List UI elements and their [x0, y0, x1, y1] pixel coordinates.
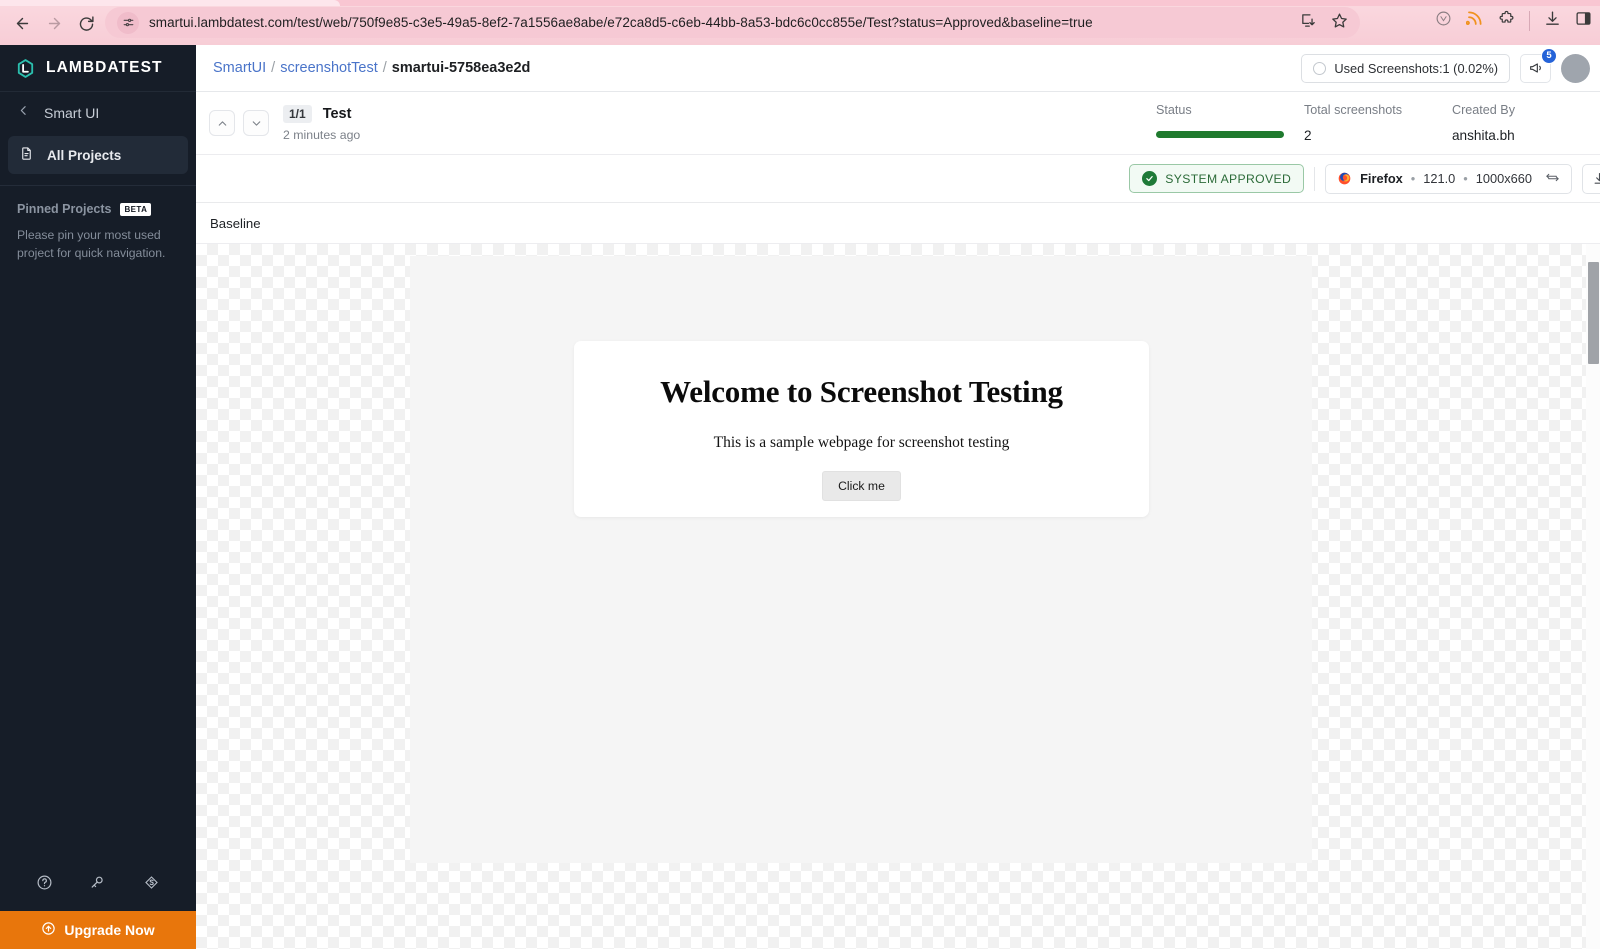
main-content: SmartUI / screenshotTest / smartui-5758e…: [196, 45, 1600, 949]
test-summary: 1/1 Test 2 minutes ago: [283, 104, 361, 142]
stat-value: 2: [1304, 128, 1312, 143]
sidebar-item-label: All Projects: [47, 147, 122, 163]
browser-version: 121.0: [1423, 171, 1456, 186]
document-icon: [19, 146, 34, 164]
topbar-actions: Used Screenshots:1 (0.02%) 5: [1301, 47, 1600, 83]
screenshot-paragraph: This is a sample webpage for screenshot …: [713, 434, 1010, 451]
rss-feed-icon[interactable]: [1465, 9, 1484, 32]
browser-dot-sep: •: [1463, 171, 1468, 186]
browser-resolution: 1000x660: [1475, 171, 1532, 186]
swap-horizontal-icon[interactable]: [1545, 170, 1560, 188]
stat-total-screenshots: Total screenshots 2: [1304, 103, 1452, 143]
announcements-button[interactable]: 5: [1520, 47, 1557, 83]
stat-label: Total screenshots: [1304, 103, 1403, 117]
pinned-projects-header: Pinned Projects BETA: [0, 186, 196, 216]
next-test-button[interactable]: [243, 110, 269, 136]
extensions-puzzle-icon[interactable]: [1498, 10, 1515, 32]
beta-badge: BETA: [120, 202, 152, 216]
scrollbar-track[interactable]: [1586, 244, 1600, 949]
stat-status: Status: [1156, 103, 1304, 138]
stat-label: Created By: [1452, 103, 1515, 117]
omnibox-actions: [1300, 12, 1348, 34]
address-bar[interactable]: smartui.lambdatest.com/test/web/750f9e85…: [105, 7, 1360, 38]
url-text: smartui.lambdatest.com/test/web/750f9e85…: [149, 15, 1093, 30]
scrollbar-thumb[interactable]: [1588, 262, 1599, 364]
arrow-up-circle-icon: [41, 921, 56, 939]
browser-tabstrip[interactable]: [0, 0, 1600, 6]
screenshot-click-me-button[interactable]: Click me: [822, 471, 901, 501]
breadcrumb: SmartUI / screenshotTest / smartui-5758e…: [213, 60, 530, 76]
sidebar-footer-icons: [0, 859, 196, 911]
brand-logo[interactable]: LAMBDATEST: [0, 45, 196, 92]
stat-label: Status: [1156, 103, 1192, 117]
announcements-badge: 5: [1541, 47, 1557, 64]
browser-dot-sep: •: [1410, 171, 1416, 186]
sidebar-back-smartui[interactable]: Smart UI: [0, 92, 196, 134]
screenshot-card: Welcome to Screenshot Testing This is a …: [574, 341, 1149, 517]
previous-test-button[interactable]: [209, 110, 235, 136]
browser-name: Firefox: [1360, 171, 1403, 186]
upgrade-now-button[interactable]: Upgrade Now: [0, 911, 196, 949]
test-stats: Status Total screenshots 2 Created By an…: [1156, 103, 1600, 143]
system-approved-status: SYSTEM APPROVED: [1129, 164, 1305, 193]
back-arrow-icon[interactable]: [8, 10, 36, 36]
used-screenshots-label: Used Screenshots:1 (0.02%): [1334, 60, 1498, 76]
pinned-projects-title: Pinned Projects: [17, 202, 112, 216]
chrome-toolbar-actions: [1435, 9, 1592, 32]
system-approved-label: SYSTEM APPROVED: [1165, 171, 1292, 186]
used-screenshots-pill[interactable]: Used Screenshots:1 (0.02%): [1301, 53, 1510, 83]
brand-name: LAMBDATEST: [46, 59, 163, 76]
baseline-label: Baseline: [210, 215, 261, 231]
chevron-left-icon: [17, 104, 30, 122]
forward-arrow-icon[interactable]: [40, 10, 68, 36]
check-circle-icon: [1142, 171, 1158, 186]
browser-nav-buttons: [8, 10, 100, 36]
breadcrumb-item-project[interactable]: screenshotTest: [280, 60, 378, 76]
firefox-icon: [1337, 171, 1352, 186]
side-panel-icon[interactable]: [1575, 10, 1592, 32]
key-icon[interactable]: [89, 874, 106, 896]
page-topbar: SmartUI / screenshotTest / smartui-5758e…: [196, 45, 1600, 92]
test-timestamp: 2 minutes ago: [283, 127, 361, 142]
dollar-icon[interactable]: [143, 874, 160, 896]
pinned-projects-note: Please pin your most used project for qu…: [17, 228, 166, 260]
breadcrumb-item-current: smartui-5758ea3e2d: [391, 60, 531, 76]
breadcrumb-separator: /: [382, 60, 387, 76]
reload-icon[interactable]: [72, 10, 100, 36]
stat-value: anshita.bh: [1452, 128, 1515, 143]
browser-selector[interactable]: Firefox • 121.0 • 1000x660: [1325, 163, 1572, 194]
stat-created-by: Created By anshita.bh: [1452, 103, 1600, 143]
usage-ring-icon: [1313, 61, 1327, 75]
site-settings-icon[interactable]: [117, 11, 139, 34]
approval-bar: SYSTEM APPROVED Firefox • 121.0 • 1000x6…: [196, 155, 1600, 203]
status-progress-bar: [1156, 131, 1284, 138]
lambdatest-logo-icon: [14, 57, 37, 80]
screenshot-image[interactable]: Welcome to Screenshot Testing This is a …: [410, 256, 1312, 863]
baseline-header: Baseline: [196, 203, 1600, 244]
extension-icon[interactable]: [1435, 10, 1452, 32]
toolbar-divider: [1529, 10, 1530, 31]
upgrade-now-label: Upgrade Now: [64, 922, 155, 938]
bookmark-star-icon[interactable]: [1331, 12, 1348, 34]
test-info-bar: 1/1 Test 2 minutes ago Status Total scre…: [196, 92, 1600, 155]
sidebar-item-all-projects[interactable]: All Projects: [8, 136, 188, 174]
screenshot-canvas[interactable]: Welcome to Screenshot Testing This is a …: [196, 244, 1600, 949]
browser-chrome: smartui.lambdatest.com/test/web/750f9e85…: [0, 0, 1600, 45]
breadcrumb-separator: /: [271, 60, 276, 76]
breadcrumb-item-smartui[interactable]: SmartUI: [213, 60, 266, 76]
download-icon[interactable]: [1544, 10, 1561, 32]
status-progress-fill: [1156, 131, 1284, 138]
install-app-icon[interactable]: [1300, 12, 1317, 34]
screenshot-heading: Welcome to Screenshot Testing: [660, 374, 1063, 409]
approval-divider: [1314, 166, 1316, 191]
download-screenshot-button[interactable]: [1582, 163, 1600, 194]
test-name: Test: [322, 105, 352, 122]
test-count-chip: 1/1: [283, 104, 312, 123]
avatar[interactable]: [1561, 53, 1590, 83]
help-circle-icon[interactable]: [36, 874, 53, 896]
sidebar: LAMBDATEST Smart UI All Projects Pinned …: [0, 45, 196, 949]
sidebar-back-label: Smart UI: [44, 105, 100, 121]
